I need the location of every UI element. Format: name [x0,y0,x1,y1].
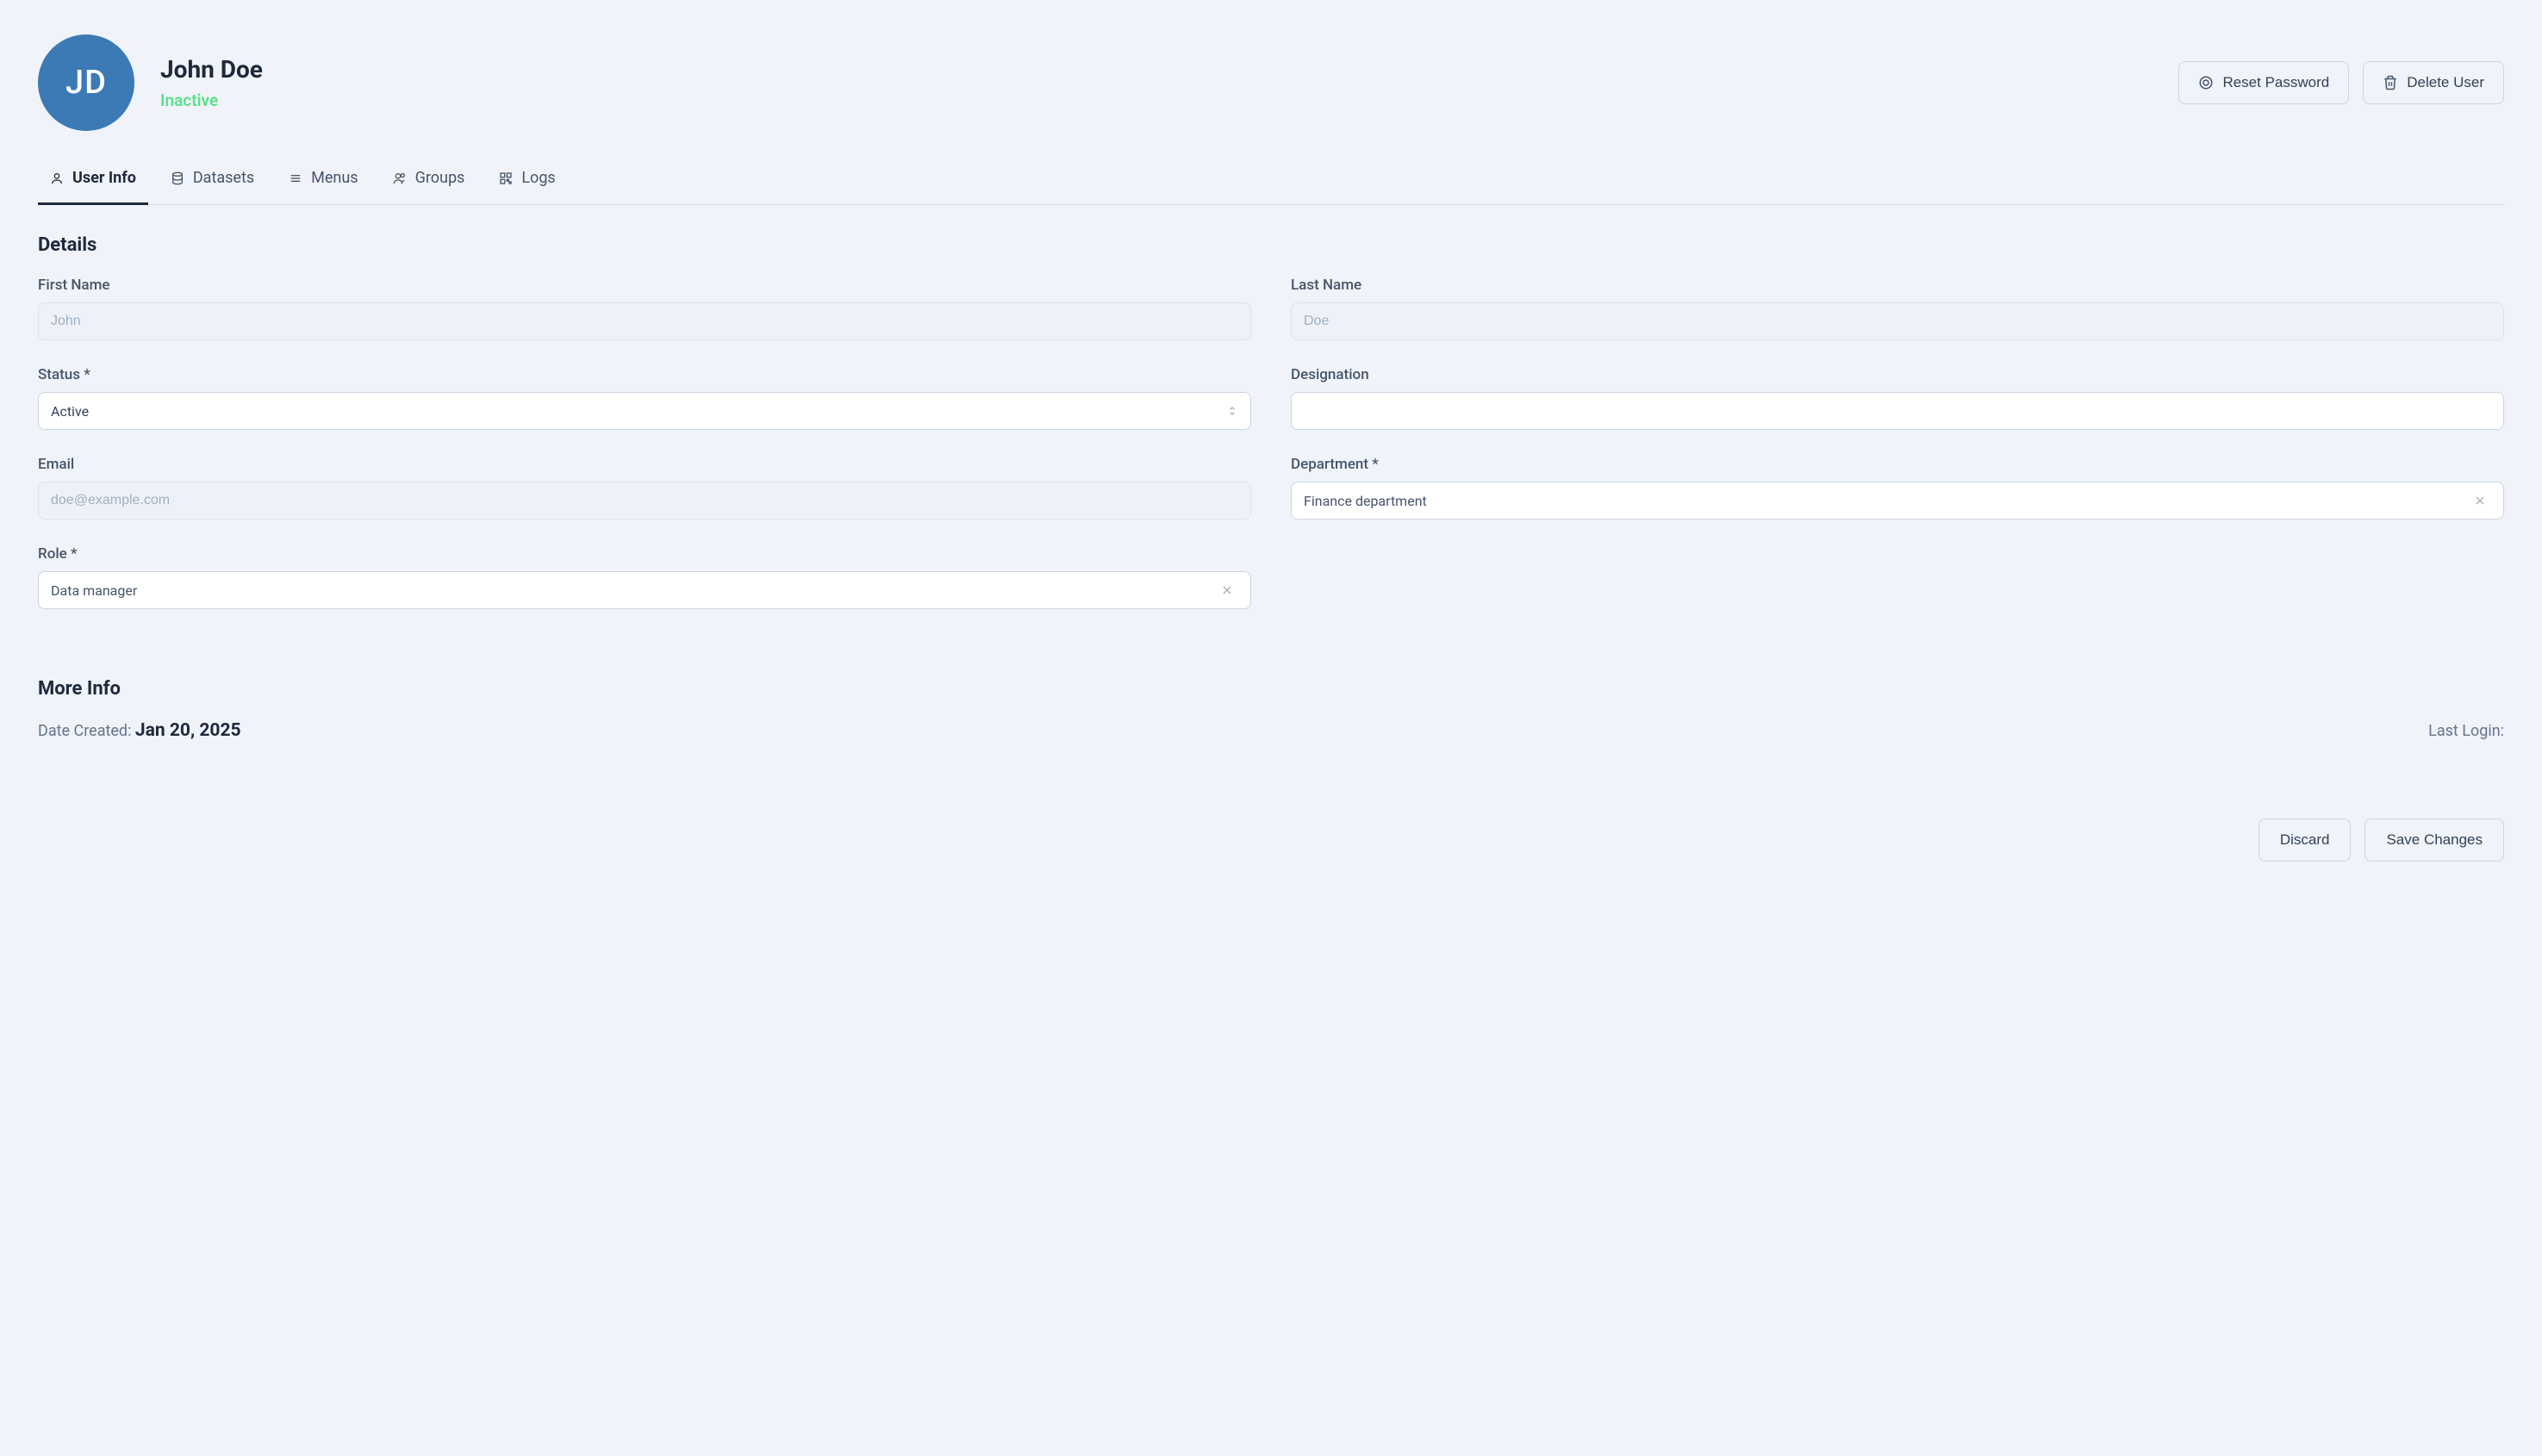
first-name-label: First Name [38,277,1251,294]
close-icon[interactable] [2474,495,2486,507]
save-changes-button[interactable]: Save Changes [2364,818,2504,862]
page-header: JD John Doe Inactive Reset Password Dele… [38,34,2504,131]
date-created: Date Created: Jan 20, 2025 [38,720,241,741]
tab-datasets[interactable]: Datasets [159,169,266,205]
users-icon [393,171,407,185]
tab-user-info[interactable]: User Info [38,169,148,205]
name-block: John Doe Inactive [160,55,263,110]
more-info-section: More Info Date Created: Jan 20, 2025 Las… [38,678,2504,741]
tab-label: Groups [415,169,465,187]
discard-button[interactable]: Discard [2259,818,2352,862]
field-role: Role * Data manager [38,545,1251,609]
chevrons-up-down-icon [1226,405,1238,417]
department-value: Finance department [1304,493,1427,509]
first-name-input-wrap [38,302,1251,340]
email-input-wrap [38,482,1251,520]
user-icon [50,171,64,185]
field-department: Department * Finance department [1291,456,2504,520]
last-login-label: Last Login: [2428,722,2504,740]
field-status: Status * Active [38,366,1251,430]
tab-label: Datasets [193,169,254,187]
trash-icon [2383,75,2398,90]
tab-groups[interactable]: Groups [381,169,477,205]
qr-icon [499,171,513,185]
section-details-heading: Details [38,234,2504,256]
reset-password-button[interactable]: Reset Password [2178,61,2349,104]
avatar: JD [38,34,134,131]
status-value: Active [51,403,89,420]
tabs: User Info Datasets Menus Groups Logs [38,169,2504,205]
reset-password-label: Reset Password [2222,74,2329,91]
designation-input-wrap[interactable] [1291,392,2504,430]
designation-input[interactable] [1304,393,2491,429]
header-identity: JD John Doe Inactive [38,34,263,131]
designation-label: Designation [1291,366,2504,383]
avatar-initials: JD [65,64,107,102]
delete-user-button[interactable]: Delete User [2363,61,2504,104]
database-icon [171,171,184,185]
email-label: Email [38,456,1251,473]
user-status: Inactive [160,90,263,110]
close-icon[interactable] [1221,584,1233,596]
field-first-name: First Name [38,277,1251,340]
role-label: Role * [38,545,1251,563]
date-created-label: Date Created: [38,722,135,740]
department-select[interactable]: Finance department [1291,482,2504,520]
first-name-input [51,303,1238,339]
delete-user-label: Delete User [2407,74,2484,91]
header-actions: Reset Password Delete User [2178,61,2504,104]
department-label: Department * [1291,456,2504,473]
form-grid: First Name Last Name Status * Active Des… [38,277,2504,609]
field-last-name: Last Name [1291,277,2504,340]
last-name-input-wrap [1291,302,2504,340]
more-info-row: Date Created: Jan 20, 2025 Last Login: [38,720,2504,741]
user-name: John Doe [160,55,263,84]
footer-actions: Discard Save Changes [38,818,2504,862]
tab-menus[interactable]: Menus [277,169,370,205]
role-value: Data manager [51,582,137,599]
lock-icon [2198,75,2214,90]
field-email: Email [38,456,1251,520]
tab-label: Logs [521,169,555,187]
status-label: Status * [38,366,1251,383]
status-select[interactable]: Active [38,392,1251,430]
last-name-input [1304,303,2491,339]
tab-label: Menus [311,169,358,187]
role-select[interactable]: Data manager [38,571,1251,609]
menu-icon [289,171,302,185]
section-moreinfo-heading: More Info [38,678,2504,700]
date-created-value: Jan 20, 2025 [135,720,241,741]
field-designation: Designation [1291,366,2504,430]
email-input [51,482,1238,519]
last-login: Last Login: [2428,720,2504,741]
last-name-label: Last Name [1291,277,2504,294]
tab-logs[interactable]: Logs [487,169,567,205]
tab-label: User Info [72,169,136,187]
